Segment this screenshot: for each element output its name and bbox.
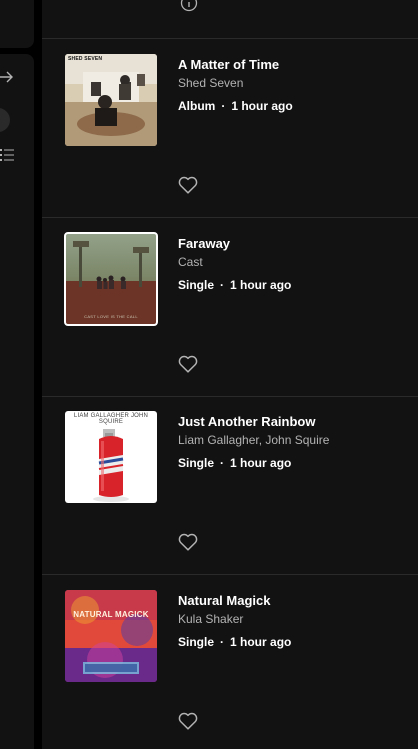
release-type: Album	[178, 99, 216, 113]
meta-separator: ·	[221, 99, 226, 113]
release-time: 1 hour ago	[230, 635, 292, 649]
cover-text: CAST LOVE IS THE CALL	[84, 314, 138, 319]
heart-icon[interactable]	[177, 710, 199, 732]
item-artist[interactable]: Liam Gallagher, John Squire	[178, 433, 329, 447]
item-meta: Album · 1 hour ago	[178, 99, 293, 113]
heart-icon[interactable]	[177, 353, 199, 375]
meta-separator: ·	[220, 456, 225, 470]
item-title[interactable]: Faraway	[178, 236, 230, 251]
cover-text: SHED SEVEN	[68, 56, 103, 62]
feed-item[interactable]: NATURAL MAGICK Natural Magick Kula Shake…	[42, 590, 418, 749]
item-artist[interactable]: Cast	[178, 255, 203, 269]
list-icon[interactable]	[0, 146, 16, 164]
left-sidebar	[0, 0, 34, 749]
divider	[42, 574, 418, 575]
album-cover[interactable]: CAST LOVE IS THE CALL	[64, 232, 158, 326]
album-cover[interactable]: NATURAL MAGICK	[65, 590, 157, 682]
item-meta: Single · 1 hour ago	[178, 635, 291, 649]
release-time: 1 hour ago	[230, 456, 292, 470]
heart-icon[interactable]	[177, 531, 199, 553]
release-type: Single	[178, 456, 215, 470]
item-meta: Single · 1 hour ago	[178, 456, 291, 470]
sidebar-top-panel	[0, 0, 34, 48]
album-cover[interactable]: SHED SEVEN	[65, 54, 157, 146]
feed-item[interactable]: SHED SEVEN A Matter of Time Shed Seven A…	[42, 54, 418, 232]
divider	[42, 396, 418, 397]
item-title[interactable]: Just Another Rainbow	[178, 414, 315, 429]
item-meta: Single · 1 hour ago	[178, 278, 291, 292]
cover-text: NATURAL MAGICK	[73, 610, 149, 619]
info-icon[interactable]	[180, 0, 198, 12]
release-time: 1 hour ago	[231, 99, 293, 113]
meta-separator: ·	[220, 635, 225, 649]
album-cover[interactable]: LIAM GALLAGHER JOHN SQUIRE	[65, 411, 157, 503]
release-type: Single	[178, 635, 215, 649]
meta-separator: ·	[220, 278, 225, 292]
release-type: Single	[178, 278, 215, 292]
item-artist[interactable]: Kula Shaker	[178, 612, 243, 626]
item-title[interactable]: A Matter of Time	[178, 57, 279, 72]
cover-text: LIAM GALLAGHER JOHN SQUIRE	[73, 413, 149, 425]
divider	[42, 38, 418, 39]
release-time: 1 hour ago	[230, 278, 292, 292]
item-artist[interactable]: Shed Seven	[178, 76, 243, 90]
divider	[42, 217, 418, 218]
arrow-right-icon[interactable]	[0, 68, 14, 86]
whats-new-feed: SHED SEVEN A Matter of Time Shed Seven A…	[42, 0, 418, 749]
feed-item[interactable]: LIAM GALLAGHER JOHN SQUIRE Just Another …	[42, 411, 418, 589]
feed-item[interactable]: CAST LOVE IS THE CALL Faraway Cast Singl…	[42, 232, 418, 411]
item-title[interactable]: Natural Magick	[178, 593, 270, 608]
heart-icon[interactable]	[177, 174, 199, 196]
